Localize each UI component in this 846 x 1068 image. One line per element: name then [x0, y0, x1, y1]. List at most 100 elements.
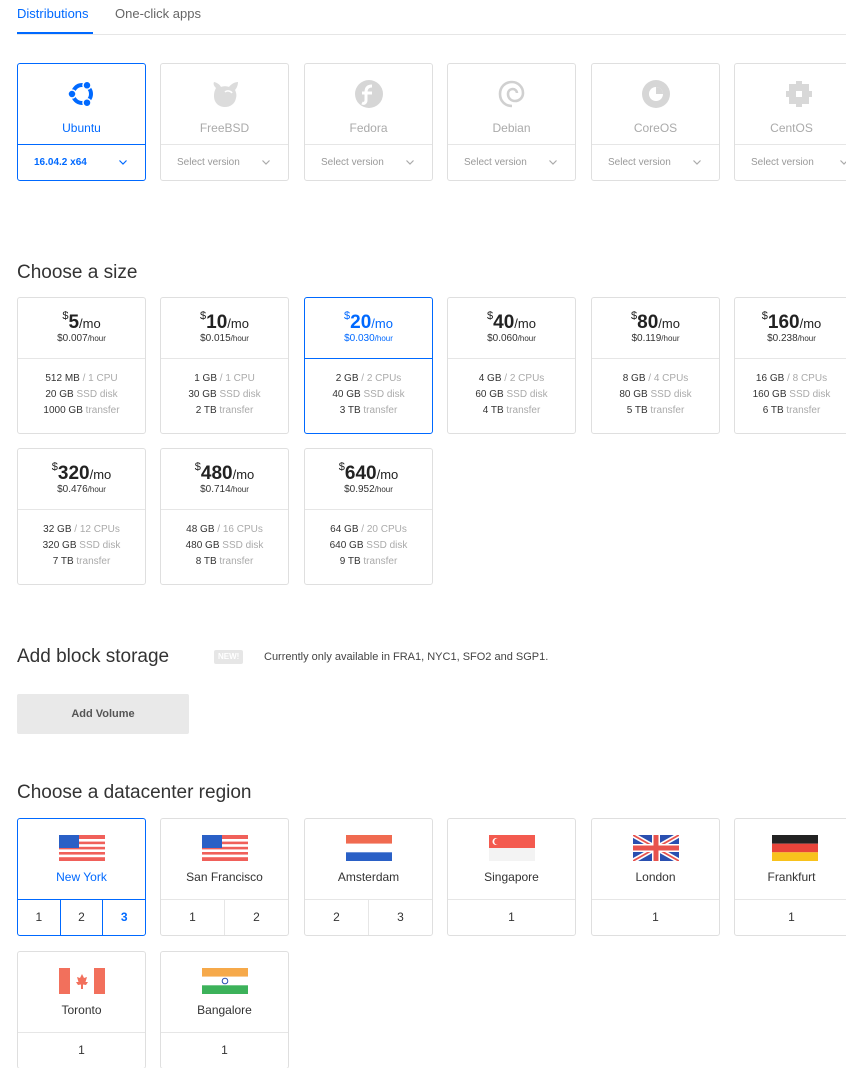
version-select[interactable]: Select version	[735, 144, 846, 180]
ram-value: 64 GB	[330, 524, 359, 535]
price-period: /mo	[79, 316, 101, 331]
hourly-price: $0.952/hour	[305, 484, 432, 495]
disk-value: 60 GB	[475, 389, 504, 400]
monthly-price: $10/mo	[161, 310, 288, 334]
hourly-unit: /hour	[230, 485, 249, 494]
size-card-640[interactable]: $640/mo $0.952/hour 64 GB / 20 CPUs 640 GB …	[304, 448, 433, 585]
transfer-value: 5 TB	[626, 405, 648, 416]
us-flag-icon	[59, 835, 105, 861]
hourly-amount: $0.060	[487, 333, 518, 344]
version-label: Select version	[177, 157, 240, 168]
version-select[interactable]: Select version	[161, 144, 288, 180]
region-card-singapore[interactable]: Singapore 1	[447, 818, 576, 936]
size-card-480[interactable]: $480/mo $0.714/hour 48 GB / 16 CPUs 480 GB …	[160, 448, 289, 585]
version-select[interactable]: Select version	[592, 144, 719, 180]
spec-disk: 20 GB SSD disk	[18, 389, 145, 400]
tab-distributions[interactable]: Distributions	[17, 6, 89, 21]
ram-value: 4 GB	[478, 373, 502, 384]
datacenter-number[interactable]: 1	[161, 1033, 288, 1068]
size-card-5[interactable]: $5/mo $0.007/hour 512 MB / 1 CPU 20 GB SSD …	[17, 297, 146, 434]
size-card-80[interactable]: $80/mo $0.119/hour 8 GB / 4 CPUs 80 GB SSD …	[591, 297, 720, 434]
datacenter-number[interactable]: 2	[305, 900, 368, 935]
datacenter-selector: 23	[305, 899, 432, 935]
spec-transfer: 4 TB transfer	[448, 405, 575, 416]
transfer-label: transfer	[786, 405, 821, 416]
disk-type: SSD disk	[219, 389, 261, 400]
price-amount: 40	[493, 312, 515, 333]
region-card-bangalore[interactable]: Bangalore 1	[160, 951, 289, 1068]
hourly-price: $0.476/hour	[18, 484, 145, 495]
monthly-price: $20/mo	[305, 310, 432, 334]
card-divider	[305, 509, 432, 510]
block-storage-title: Add block storage	[17, 646, 170, 667]
spec-ram-cpu: 32 GB / 12 CPUs	[43, 524, 120, 535]
version-select[interactable]: 16.04.2 x64	[18, 144, 145, 180]
version-label: 16.04.2 x64	[34, 157, 87, 168]
datacenter-number[interactable]: 1	[448, 900, 575, 935]
region-card-new-york[interactable]: New York 1 2 3	[17, 818, 146, 936]
spec-disk: 160 GB SSD disk	[735, 389, 846, 400]
version-select[interactable]: Select version	[305, 144, 432, 180]
hourly-unit: /hour	[797, 334, 816, 343]
hourly-unit: /hour	[374, 485, 393, 494]
tab-one-click-apps[interactable]: One-click apps	[115, 6, 201, 21]
size-card-40[interactable]: $40/mo $0.060/hour 4 GB / 2 CPUs 60 GB SSD …	[447, 297, 576, 434]
region-name: London	[635, 870, 676, 884]
size-card-320[interactable]: $320/mo $0.476/hour 32 GB / 12 CPUs 320 GB …	[17, 448, 146, 585]
datacenter-number[interactable]: 1	[735, 900, 846, 935]
size-card-160[interactable]: $160/mo $0.238/hour 16 GB / 8 CPUs 160 GB S…	[734, 297, 846, 434]
size-card-10[interactable]: $10/mo $0.015/hour 1 GB / 1 CPU 30 GB SSD d…	[160, 297, 289, 434]
transfer-value: 2 TB	[195, 405, 217, 416]
datacenter-number[interactable]: 1	[592, 900, 719, 935]
distro-card-centos[interactable]: CentOS Select version	[734, 63, 846, 181]
card-divider	[161, 509, 288, 510]
spec-ram-cpu: 1 GB / 1 CPU	[194, 373, 255, 384]
hourly-amount: $0.238	[767, 333, 798, 344]
region-name: Toronto	[61, 1003, 102, 1017]
ram-value: 32 GB	[43, 524, 72, 535]
version-select[interactable]: Select version	[448, 144, 575, 180]
region-card-san-francisco[interactable]: San Francisco 1 2	[160, 818, 289, 936]
chevron-down-icon	[840, 160, 846, 165]
price-amount: 160	[767, 312, 800, 333]
image-source-tabs: Distributions One-click apps	[0, 0, 846, 36]
cpu-value: 16 CPUs	[222, 524, 263, 535]
distro-name: Debian	[492, 121, 531, 135]
tabs-divider	[17, 34, 846, 35]
spec-ram-cpu: 4 GB / 2 CPUs	[478, 373, 545, 384]
cpu-value: 2 CPUs	[366, 373, 402, 384]
distro-card-fedora[interactable]: Fedora Select version	[304, 63, 433, 181]
datacenter-number[interactable]: 2	[224, 900, 288, 935]
region-card-amsterdam[interactable]: Amsterdam 2 3	[304, 818, 433, 936]
add-volume-button[interactable]: Add Volume	[17, 694, 189, 734]
hourly-price: $0.060/hour	[448, 333, 575, 344]
price-period: /mo	[376, 467, 399, 482]
datacenter-number[interactable]: 1	[18, 1033, 145, 1068]
datacenter-number[interactable]: 3	[102, 900, 145, 935]
distro-card-freebsd[interactable]: FreeBSD Select version	[160, 63, 289, 181]
distro-card-debian[interactable]: Debian Select version	[447, 63, 576, 181]
hourly-amount: $0.476	[57, 484, 88, 495]
price-amount: 10	[206, 312, 228, 333]
transfer-value: 7 TB	[52, 556, 74, 567]
spec-disk: 60 GB SSD disk	[448, 389, 575, 400]
datacenter-number[interactable]: 3	[368, 900, 432, 935]
spec-transfer: 3 TB transfer	[305, 405, 432, 416]
chevron-down-icon	[693, 160, 701, 165]
region-card-london[interactable]: London 1	[591, 818, 720, 936]
size-card-20[interactable]: $20/mo $0.030/hour 2 GB / 2 CPUs 40 GB SSD …	[304, 297, 433, 434]
spec-ram-cpu: 512 MB / 1 CPU	[45, 373, 118, 384]
transfer-label: transfer	[363, 405, 398, 416]
region-card-toronto[interactable]: Toronto 1	[17, 951, 146, 1068]
datacenter-number[interactable]: 2	[59, 900, 103, 935]
hourly-amount: $0.030	[344, 333, 375, 344]
transfer-value: 6 TB	[762, 405, 784, 416]
ram-value: 48 GB	[186, 524, 215, 535]
datacenter-number[interactable]: 1	[161, 900, 224, 935]
region-card-frankfurt[interactable]: Frankfurt 1	[734, 818, 846, 936]
datacenter-number[interactable]: 1	[18, 900, 60, 935]
distro-card-coreos[interactable]: CoreOS Select version	[591, 63, 720, 181]
spec-transfer: 5 TB transfer	[592, 405, 719, 416]
transfer-value: 8 TB	[195, 556, 217, 567]
distro-card-ubuntu[interactable]: Ubuntu 16.04.2 x64	[17, 63, 146, 181]
